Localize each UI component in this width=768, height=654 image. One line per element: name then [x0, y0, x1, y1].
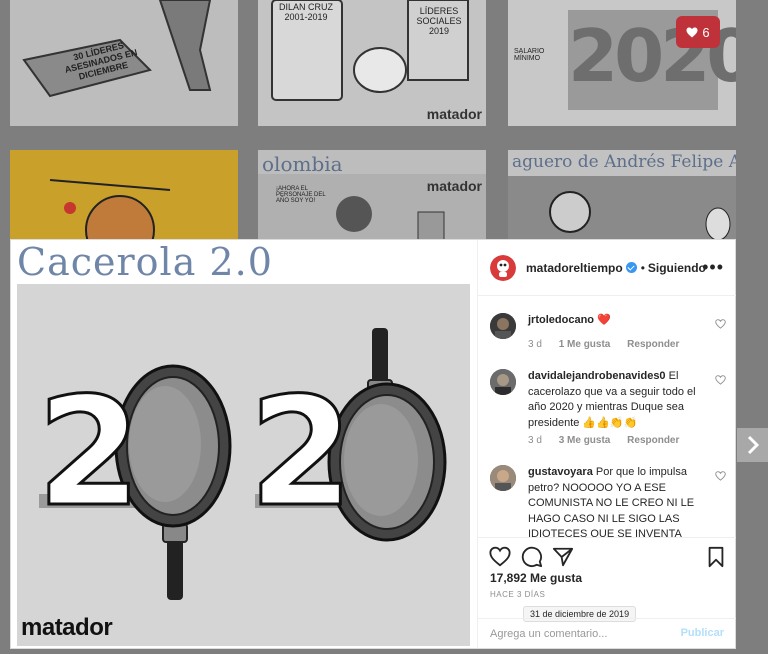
tile2-brand: matador: [426, 106, 482, 122]
more-options-icon[interactable]: •••: [702, 258, 724, 276]
like-comment-heart-icon[interactable]: [715, 375, 726, 385]
grid-post-1[interactable]: 30 LÍDERES ASESINADOS EN DICIEMBRE: [10, 0, 238, 126]
comment-item: gustavoyara Por que lo impulsa petro? NO…: [490, 465, 736, 537]
commenter-avatar[interactable]: [490, 313, 516, 339]
tile5-brand: matador: [426, 178, 482, 194]
like-comment-heart-icon[interactable]: [715, 319, 726, 329]
tile6-caption: aguero de Andrés Felipe Arias: [512, 152, 736, 172]
heart-icon: [686, 27, 698, 37]
grid-post-4[interactable]: [10, 150, 238, 240]
comment-item: jrtoledocano ❤️ 3 d 1 Me gusta Responder: [490, 313, 736, 363]
comment-username[interactable]: jrtoledocano: [528, 314, 594, 326]
comment-text: ❤️: [597, 314, 611, 326]
grid-post-2[interactable]: DILAN CRUZ 2001-2019 LÍDERES SOCIALES 20…: [258, 0, 486, 126]
grid-post-6[interactable]: aguero de Andrés Felipe Arias: [508, 150, 736, 240]
like-comment-heart-icon[interactable]: [715, 471, 726, 481]
author-username[interactable]: matadoreltiempo: [526, 261, 623, 275]
reply-button[interactable]: Responder: [627, 339, 679, 350]
tile5-speech: ¡AHORA EL PERSONAJE DEL AÑO SOY YO!: [276, 186, 326, 204]
cartoon-illustration: 2 2 matador: [17, 284, 470, 646]
svg-text:2: 2: [249, 366, 353, 540]
post-image-title: Cacerola 2.0: [17, 240, 273, 284]
reply-button[interactable]: Responder: [627, 435, 679, 446]
tile5-caption: olombia: [262, 152, 343, 176]
likes-badge: 6: [676, 16, 720, 48]
post-actions: 17,892 Me gusta HACE 3 DÍAS 31 de diciem…: [478, 537, 736, 648]
comment-likes[interactable]: 3 Me gusta: [559, 435, 611, 446]
comment-item: davidalejandrobenavides0 El cacerolazo q…: [490, 369, 736, 459]
post-sidebar: matadoreltiempo • Siguiendo ••• jrtoledo…: [477, 240, 736, 648]
verified-badge-icon: [625, 262, 637, 273]
commenter-avatar[interactable]: [490, 369, 516, 395]
tile3-caption: SALARIO MÍNIMO: [514, 48, 545, 62]
save-bookmark-icon[interactable]: [705, 546, 727, 568]
comment-input[interactable]: [490, 625, 660, 643]
author-avatar[interactable]: [490, 254, 516, 281]
likes-count[interactable]: 17,892 Me gusta: [490, 571, 582, 585]
cartoon-brand: matador: [21, 614, 113, 641]
comment-username[interactable]: gustavoyara: [528, 466, 593, 478]
post-modal: Cacerola 2.0 2 2 matador matadoreltiempo…: [10, 239, 736, 649]
tile2-caption2: LÍDERES SOCIALES 2019: [416, 6, 462, 36]
grid-post-5[interactable]: olombia ¡AHORA EL PERSONAJE DEL AÑO SOY …: [258, 150, 486, 240]
comment-username[interactable]: davidalejandrobenavides0: [528, 370, 666, 382]
next-post-button[interactable]: [737, 428, 768, 462]
chevron-right-icon: [747, 435, 759, 455]
svg-text:2: 2: [37, 366, 141, 540]
post-header: matadoreltiempo • Siguiendo •••: [478, 240, 736, 296]
post-image: Cacerola 2.0 2 2 matador: [11, 240, 477, 648]
like-heart-icon[interactable]: [489, 546, 511, 568]
following-button[interactable]: Siguiendo: [648, 261, 706, 275]
likes-badge-count: 6: [702, 24, 710, 40]
share-paper-plane-icon[interactable]: [552, 546, 574, 568]
comments-list[interactable]: jrtoledocano ❤️ 3 d 1 Me gusta Responder…: [478, 297, 736, 537]
commenter-avatar[interactable]: [490, 465, 516, 491]
post-timestamp[interactable]: HACE 3 DÍAS: [490, 590, 545, 599]
comment-bubble-icon[interactable]: [521, 546, 543, 568]
comment-time: 3 d: [528, 435, 542, 446]
add-comment-bar: Publicar: [478, 618, 736, 649]
publish-button[interactable]: Publicar: [681, 627, 724, 639]
comment-likes[interactable]: 1 Me gusta: [559, 339, 611, 350]
header-separator: •: [640, 260, 645, 275]
tile2-caption: DILAN CRUZ 2001-2019: [278, 2, 333, 22]
comment-time: 3 d: [528, 339, 542, 350]
